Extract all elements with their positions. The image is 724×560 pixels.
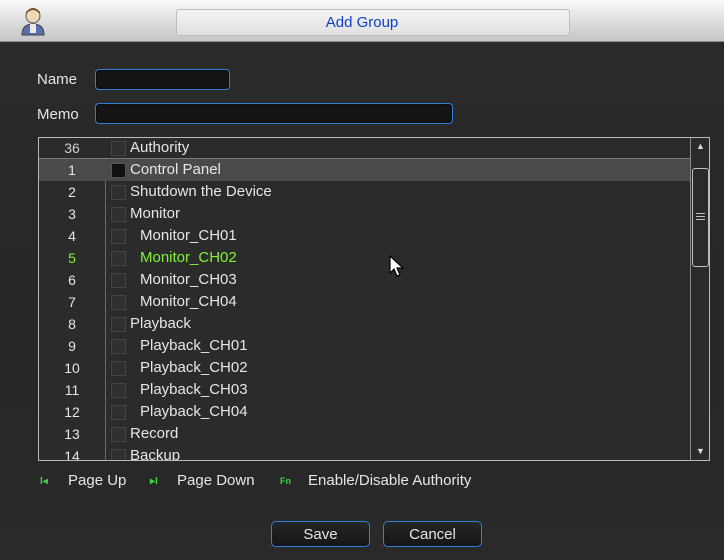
authority-label: Monitor_CH01 xyxy=(140,227,237,244)
enable-disable-hint: Enable/Disable Authority xyxy=(308,472,472,489)
list-item[interactable]: 9 Playback_CH01 xyxy=(39,335,690,357)
item-number: 13 xyxy=(64,426,80,442)
list-item[interactable]: 10 Playback_CH02 xyxy=(39,357,690,379)
list-item[interactable]: 7 Monitor_CH04 xyxy=(39,291,690,313)
name-label: Name xyxy=(37,71,78,88)
authority-checkbox[interactable] xyxy=(111,339,126,354)
list-item[interactable]: 1 Control Panel xyxy=(39,159,690,181)
item-number: 3 xyxy=(68,206,76,222)
list-item[interactable]: 6 Monitor_CH03 xyxy=(39,269,690,291)
fn-key-icon: Fn xyxy=(280,476,291,486)
item-number: 8 xyxy=(68,316,76,332)
grip-line xyxy=(696,219,705,220)
scroll-down-arrow-icon[interactable]: ▼ xyxy=(691,443,709,459)
page-up-icon: I◂ xyxy=(40,476,48,487)
authority-header-label: Authority xyxy=(130,139,190,156)
item-number: 5 xyxy=(68,250,76,266)
authority-label: Control Panel xyxy=(130,161,221,178)
list-item[interactable]: 14 Backup xyxy=(39,445,690,461)
authority-label: Playback_CH02 xyxy=(140,359,248,376)
authority-label: Monitor_CH02 xyxy=(140,249,237,266)
item-number: 2 xyxy=(68,184,76,200)
page-up-hint: Page Up xyxy=(68,472,127,489)
mouse-pointer-icon xyxy=(389,255,405,277)
select-all-checkbox[interactable] xyxy=(111,141,126,156)
item-number: 10 xyxy=(64,360,80,376)
grip-line xyxy=(696,216,705,217)
item-number: 7 xyxy=(68,294,76,310)
authority-label: Monitor_CH04 xyxy=(140,293,237,310)
list-item[interactable]: 5 Monitor_CH02 xyxy=(39,247,690,269)
authority-list: 36 Authority 1 Control Panel 2 Shutdown the… xyxy=(38,137,710,461)
item-number: 4 xyxy=(68,228,76,244)
authority-label: Playback_CH01 xyxy=(140,337,248,354)
authority-checkbox[interactable] xyxy=(111,405,126,420)
authority-label: Playback_CH04 xyxy=(140,403,248,420)
vertical-scrollbar[interactable]: ▲ ▼ xyxy=(690,138,709,460)
memo-label: Memo xyxy=(37,106,79,123)
page-down-hint: Page Down xyxy=(177,472,255,489)
authority-label: Shutdown the Device xyxy=(130,183,272,200)
item-number: 9 xyxy=(68,338,76,354)
memo-input[interactable] xyxy=(95,103,453,124)
name-input[interactable] xyxy=(95,69,230,90)
authority-checkbox[interactable] xyxy=(111,273,126,288)
authority-checkbox[interactable] xyxy=(111,449,126,460)
authority-checkbox[interactable] xyxy=(111,185,126,200)
authority-label: Record xyxy=(130,425,179,442)
grip-line xyxy=(696,213,705,214)
authority-checkbox[interactable] xyxy=(111,251,126,266)
list-header: 36 Authority xyxy=(39,138,690,159)
scroll-thumb[interactable] xyxy=(692,168,709,267)
item-number: 14 xyxy=(64,448,80,461)
authority-checkbox[interactable] xyxy=(111,383,126,398)
list-item[interactable]: 11 Playback_CH03 xyxy=(39,379,690,401)
item-number: 11 xyxy=(64,382,80,398)
list-item[interactable]: 4 Monitor_CH01 xyxy=(39,225,690,247)
authority-checkbox[interactable] xyxy=(111,317,126,332)
authority-count: 36 xyxy=(64,140,80,156)
list-item[interactable]: 12 Playback_CH04 xyxy=(39,401,690,423)
window-title: Add Group xyxy=(325,14,399,31)
scroll-up-arrow-icon[interactable]: ▲ xyxy=(691,138,709,154)
authority-label: Playback_CH03 xyxy=(140,381,248,398)
add-group-dialog: Add Group Name Memo 36 Authority 1 Contro… xyxy=(0,0,724,560)
authority-label: Playback xyxy=(130,315,191,332)
authority-checkbox[interactable] xyxy=(111,295,126,310)
authority-label: Monitor_CH03 xyxy=(140,271,237,288)
authority-checkbox[interactable] xyxy=(111,229,126,244)
list-item[interactable]: 8 Playback xyxy=(39,313,690,335)
title-bar: Add Group xyxy=(0,0,724,42)
authority-checkbox[interactable] xyxy=(111,207,126,222)
list-item[interactable]: 3 Monitor xyxy=(39,203,690,225)
list-item[interactable]: 13 Record xyxy=(39,423,690,445)
page-down-icon: ▸I xyxy=(150,476,158,487)
item-number: 12 xyxy=(64,404,80,420)
list-item[interactable]: 2 Shutdown the Device xyxy=(39,181,690,203)
authority-checkbox[interactable] xyxy=(111,427,126,442)
save-button[interactable]: Save xyxy=(271,521,370,547)
authority-checkbox[interactable] xyxy=(111,163,126,178)
authority-checkbox[interactable] xyxy=(111,361,126,376)
cancel-button[interactable]: Cancel xyxy=(383,521,482,547)
authority-label: Backup xyxy=(130,447,181,461)
authority-label: Monitor xyxy=(130,205,181,222)
item-number: 6 xyxy=(68,272,76,288)
item-number: 1 xyxy=(68,162,76,178)
